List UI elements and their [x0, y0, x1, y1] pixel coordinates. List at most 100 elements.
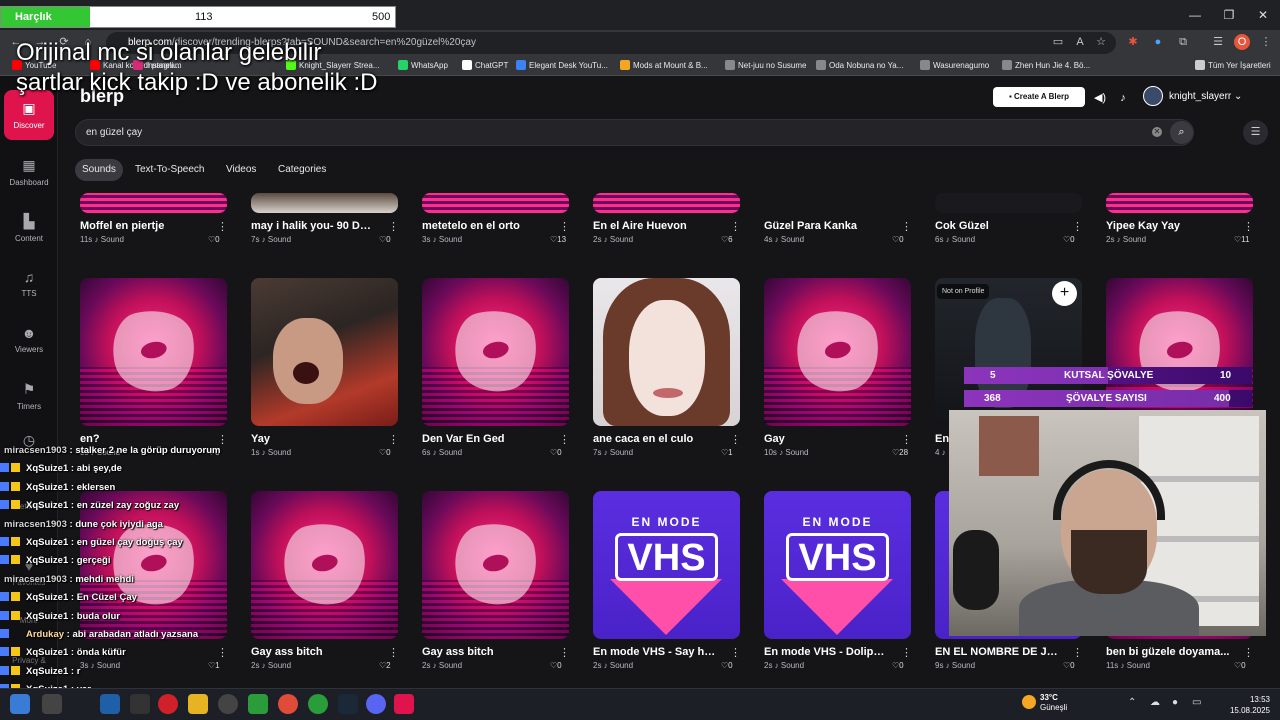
search-button[interactable]: ⌕	[1170, 121, 1193, 144]
more-options-icon[interactable]: ⋮	[388, 433, 399, 446]
bookmark-item[interactable]: ChatGPT	[462, 58, 508, 74]
card-likes[interactable]: ♡0	[721, 661, 733, 670]
screen-icon[interactable]: ▭	[1050, 34, 1066, 50]
bookmark-item[interactable]: Wasurenagumo	[920, 58, 989, 74]
card-title[interactable]: En el Aire Huevon	[593, 220, 717, 232]
sidebar-item-tts[interactable]: ♫ TTS	[0, 269, 58, 298]
card-title[interactable]: Moffel en piertje	[80, 220, 204, 232]
card-likes[interactable]: ♡11	[1234, 235, 1249, 244]
bookmark-item[interactable]: Tüm Yer İşaretleri	[1195, 58, 1271, 74]
card-title[interactable]: Cok Güzel	[935, 220, 1059, 232]
chevron-up-icon[interactable]: ⌃	[1128, 697, 1136, 708]
filter-button[interactable]: ☰	[1243, 120, 1268, 145]
extensions-puzzle-icon[interactable]: ⧉	[1175, 34, 1191, 50]
more-options-icon[interactable]: ⋮	[901, 433, 912, 446]
add-to-profile-button[interactable]: +	[1052, 281, 1077, 306]
more-options-icon[interactable]: ⋮	[559, 646, 570, 659]
card-likes[interactable]: ♡0	[1063, 661, 1075, 670]
card-likes[interactable]: ♡0	[892, 235, 904, 244]
card-likes[interactable]: ♡0	[379, 448, 391, 457]
card-likes[interactable]: ♡0	[379, 235, 391, 244]
more-options-icon[interactable]: ⋮	[217, 646, 228, 659]
more-options-icon[interactable]: ⋮	[1072, 220, 1083, 233]
more-options-icon[interactable]: ⋮	[388, 646, 399, 659]
more-options-icon[interactable]: ⋮	[217, 220, 228, 233]
card-title[interactable]: may i halik you- 90 Da...	[251, 220, 375, 232]
start-icon[interactable]	[10, 694, 30, 714]
card-thumbnail[interactable]: EN MODE VHS	[593, 491, 740, 639]
card-thumbnail[interactable]	[251, 278, 398, 426]
card-title[interactable]: En mode VHS - Dolipra...	[764, 646, 888, 658]
more-options-icon[interactable]: ⋮	[1243, 220, 1254, 233]
bookmark-star-icon[interactable]: ☆	[1093, 34, 1109, 50]
sidebar-item-dashboard[interactable]: ▦ Dashboard	[0, 157, 58, 187]
avatar[interactable]	[1143, 86, 1163, 106]
menu-dots-icon[interactable]: ⋮	[1258, 34, 1274, 50]
card-title[interactable]: EN EL NOMBRE DE JES...	[935, 646, 1059, 658]
mic-tray-icon[interactable]: ●	[1172, 697, 1178, 708]
card-title[interactable]: En mode VHS - Say hell...	[593, 646, 717, 658]
more-options-icon[interactable]: ⋮	[730, 220, 741, 233]
more-options-icon[interactable]: ⋮	[559, 433, 570, 446]
card-thumbnail[interactable]	[422, 278, 569, 426]
clear-search-icon[interactable]: ✕	[1152, 127, 1162, 137]
chrome-icon[interactable]	[308, 694, 328, 714]
bookmark-item[interactable]: WhatsApp	[398, 58, 448, 74]
card-title[interactable]: ane caca en el culo	[593, 433, 717, 445]
card-likes[interactable]: ♡2	[379, 661, 391, 670]
card-thumbnail[interactable]	[251, 491, 398, 639]
xbox-icon[interactable]	[248, 694, 268, 714]
card-likes[interactable]: ♡1	[721, 448, 733, 457]
card-title[interactable]: Gay	[764, 433, 888, 445]
tab-sounds[interactable]: Sounds	[75, 159, 123, 181]
card-thumbnail[interactable]	[422, 491, 569, 639]
extension-icon[interactable]: ●	[1150, 34, 1166, 50]
epic-icon[interactable]	[130, 694, 150, 714]
bell-icon[interactable]: ♪	[1115, 90, 1131, 106]
tab-text-to-speech[interactable]: Text-To-Speech	[128, 159, 211, 181]
weather-widget[interactable]: 33°C Güneşli	[1022, 693, 1067, 713]
card-likes[interactable]: ♡0	[550, 661, 562, 670]
card-thumbnail[interactable]	[764, 278, 911, 426]
folder-icon[interactable]	[188, 694, 208, 714]
bookmark-item[interactable]: Zhen Hun Jie 4. Bö...	[1002, 58, 1090, 74]
card-likes[interactable]: ♡6	[721, 235, 733, 244]
volume-icon[interactable]: ◀)	[1092, 90, 1108, 106]
card-thumbnail[interactable]	[422, 193, 569, 213]
card-title[interactable]: ben bi güzele doyama...	[1106, 646, 1230, 658]
tiktok-icon[interactable]	[394, 694, 414, 714]
more-options-icon[interactable]: ⋮	[1243, 646, 1254, 659]
monitor-icon[interactable]: ▭	[1192, 697, 1201, 708]
profile-icon[interactable]: O	[1234, 34, 1250, 50]
minimize-icon[interactable]: —	[1178, 0, 1212, 30]
card-likes[interactable]: ♡28	[892, 448, 908, 457]
card-thumbnail[interactable]	[80, 193, 227, 213]
bookmark-item[interactable]: Net-juu no Susume	[725, 58, 806, 74]
card-likes[interactable]: ♡0	[208, 235, 220, 244]
card-thumbnail[interactable]	[593, 193, 740, 213]
card-title[interactable]: Gay ass bitch	[251, 646, 375, 658]
search-input[interactable]: en güzel çay	[75, 119, 1194, 146]
chrome-icon[interactable]	[278, 694, 298, 714]
search-taskbar-icon[interactable]	[42, 694, 62, 714]
card-title[interactable]: Gay ass bitch	[422, 646, 546, 658]
card-title[interactable]: Yipee Kay Yay	[1106, 220, 1230, 232]
tab-categories[interactable]: Categories	[271, 159, 333, 181]
card-likes[interactable]: ♡0	[1234, 661, 1246, 670]
card-likes[interactable]: ♡13	[550, 235, 566, 244]
card-thumbnail[interactable]	[935, 193, 1082, 213]
card-thumbnail[interactable]	[764, 193, 911, 213]
card-likes[interactable]: ♡0	[892, 661, 904, 670]
more-options-icon[interactable]: ⋮	[388, 220, 399, 233]
more-options-icon[interactable]: ⋮	[730, 433, 741, 446]
discord-icon[interactable]	[366, 694, 386, 714]
card-thumbnail[interactable]: EN MODE VHS	[764, 491, 911, 639]
card-likes[interactable]: ♡0	[550, 448, 562, 457]
translate-icon[interactable]: A	[1072, 34, 1088, 50]
create-blerp-button[interactable]: ▪ Create A Blerp	[993, 87, 1085, 107]
card-thumbnail[interactable]	[593, 278, 740, 426]
card-title[interactable]: Güzel Para Kanka	[764, 220, 888, 232]
bookmark-item[interactable]: Mods at Mount & B...	[620, 58, 708, 74]
bookmark-item[interactable]: Elegant Desk YouTu...	[516, 58, 608, 74]
card-likes[interactable]: ♡0	[1063, 235, 1075, 244]
